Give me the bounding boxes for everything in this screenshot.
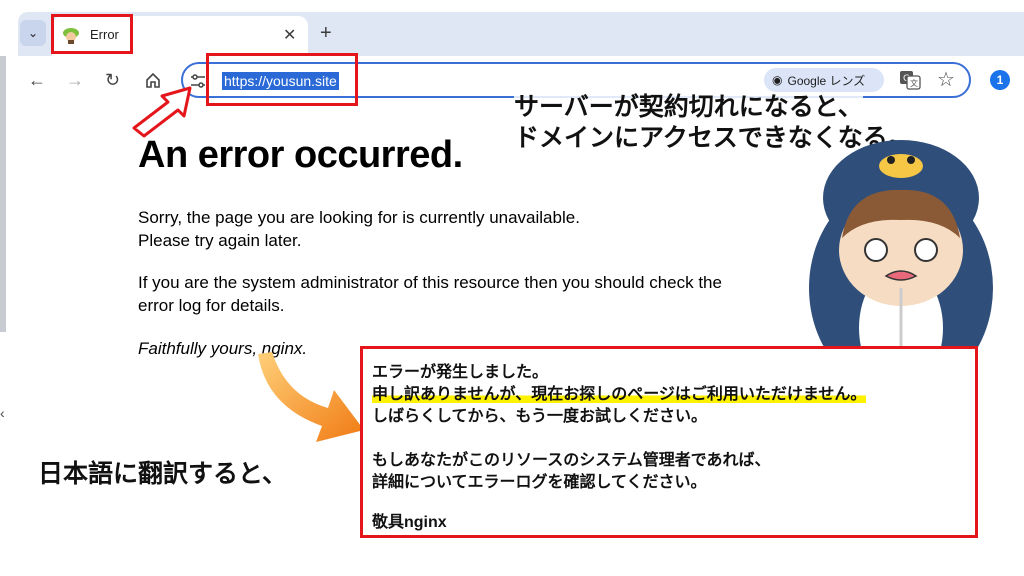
password-manager-icon[interactable]: 1 <box>990 70 1010 90</box>
admin-message-line-1: If you are the system administrator of t… <box>138 273 722 292</box>
translation-line-2: 申し訳ありませんが、現在お探しのページはご利用いただけません。 <box>372 380 867 404</box>
url-highlight-box <box>206 53 358 106</box>
new-tab-button[interactable]: + <box>320 22 332 45</box>
chevron-down-icon: ⌄ <box>27 26 39 40</box>
translation-line-5: もしあなたがこのリソースのシステム管理者であれば、 <box>372 452 771 469</box>
orange-arrow-icon <box>258 352 364 442</box>
translate-icon[interactable]: G 文 <box>899 70 921 90</box>
bottom-annotation: 日本語に翻訳すると、 <box>38 460 288 488</box>
close-icon[interactable]: ✕ <box>283 25 296 45</box>
translation-line-6: 詳細についてエラーログを確認してください。 <box>372 474 707 491</box>
side-scrollbar <box>0 56 6 332</box>
lens-label: Google レンズ <box>787 73 866 88</box>
reload-icon[interactable]: ↻ <box>105 70 120 91</box>
translation-signature: 敬具nginx <box>372 514 447 531</box>
forward-arrow-icon[interactable]: → <box>66 70 84 91</box>
translation-line-3: しばらくしてから、もう一度お試しください。 <box>372 408 708 425</box>
tab-highlight-box <box>51 14 133 54</box>
admin-message-line-2: error log for details. <box>138 296 285 315</box>
back-arrow-icon[interactable]: ← <box>28 70 46 91</box>
top-annotation-line-1: サーバーが契約切れになると、 <box>514 93 863 121</box>
chevron-left-icon[interactable]: ‹ <box>0 405 5 421</box>
translation-line-1: エラーが発生しました。 <box>372 364 549 381</box>
page-heading: An error occurred. <box>138 134 463 176</box>
lens-icon: ◉ <box>772 73 783 87</box>
translation-line-2-text: 申し訳ありませんが、現在お探しのページはご利用いただけません。 <box>372 386 867 403</box>
svg-text:文: 文 <box>910 78 918 88</box>
error-message-line-2: Please try again later. <box>138 231 302 250</box>
google-lens-button[interactable]: ◉ Google レンズ <box>764 68 884 92</box>
tab-search-button[interactable]: ⌄ <box>20 20 46 46</box>
error-message-line-1: Sorry, the page you are looking for is c… <box>138 208 580 227</box>
pointer-arrow-icon <box>132 86 192 138</box>
bookmark-star-icon[interactable]: ☆ <box>937 67 955 92</box>
